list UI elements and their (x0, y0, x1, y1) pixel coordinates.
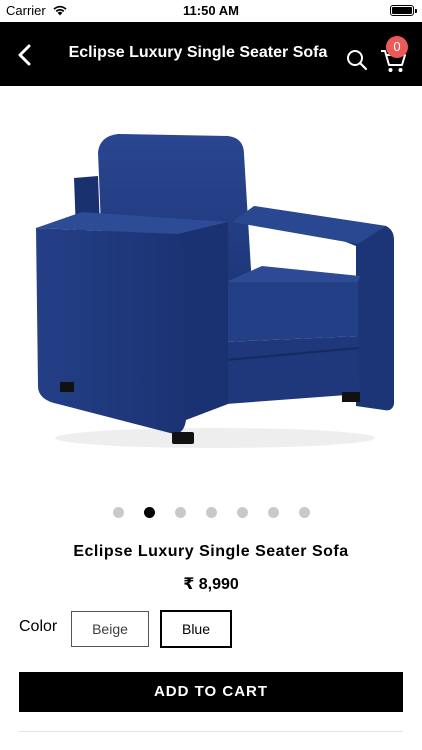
product-image[interactable] (0, 86, 422, 506)
divider (19, 731, 403, 732)
pager-dot-active[interactable] (143, 506, 155, 518)
page-title: Eclipse Luxury Single Seater Sofa (68, 44, 328, 61)
chevron-left-icon (18, 44, 31, 66)
color-label: Color (19, 618, 58, 635)
pager-dot[interactable] (112, 506, 124, 518)
pager-dot[interactable] (205, 506, 217, 518)
status-time: 11:50 AM (183, 3, 239, 18)
product-price: ₹ 8,990 (183, 576, 239, 593)
battery-icon (390, 5, 417, 16)
pager-dot[interactable] (236, 506, 248, 518)
product-name: Eclipse Luxury Single Seater Sofa (73, 543, 349, 560)
cart-count-badge: 0 (386, 36, 408, 58)
sofa-image (36, 134, 394, 448)
pager-dot[interactable] (267, 506, 279, 518)
status-bar: Carrier 11:50 AM (0, 0, 422, 22)
pager-dot[interactable] (298, 506, 310, 518)
navigation-bar: Eclipse Luxury Single Seater Sofa 0 (0, 22, 422, 86)
color-option-beige[interactable]: Beige (71, 611, 149, 647)
search-icon[interactable] (345, 48, 369, 72)
back-button[interactable] (10, 40, 40, 70)
pager-dot[interactable] (174, 506, 186, 518)
add-to-cart-button[interactable]: ADD TO CART (19, 672, 403, 712)
color-option-blue[interactable]: Blue (160, 610, 232, 648)
image-pager[interactable] (0, 500, 422, 524)
